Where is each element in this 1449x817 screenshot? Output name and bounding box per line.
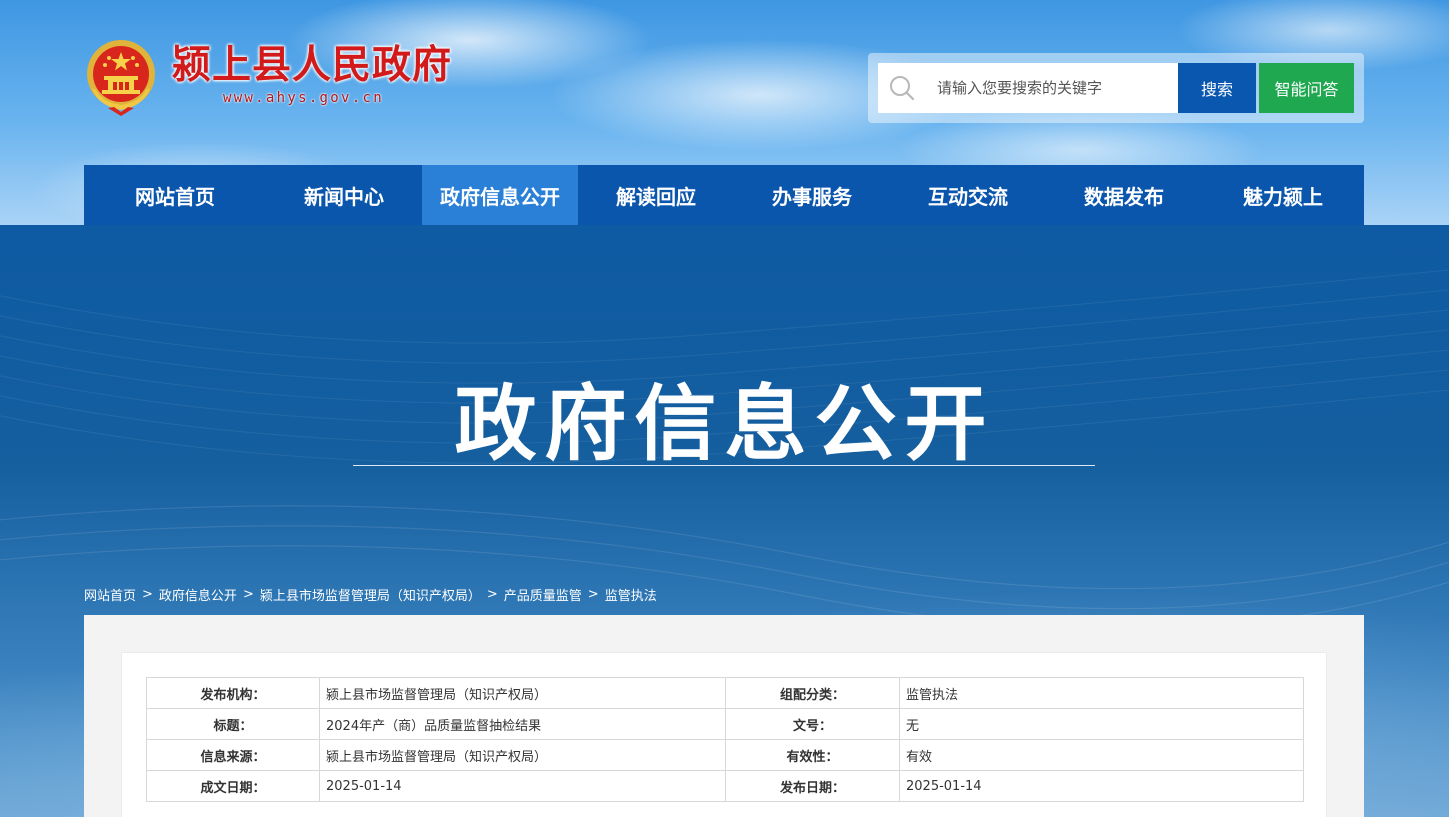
content-panel: 发布机构： 颍上县市场监督管理局（知识产权局） 组配分类： 监管执法 标题： 2…	[121, 652, 1327, 817]
breadcrumb-separator: >	[587, 586, 599, 602]
nav-item-interpretation[interactable]: 解读回应	[578, 165, 734, 225]
meta-label: 文号：	[725, 708, 900, 740]
nav-item-charm[interactable]: 魅力颍上	[1202, 165, 1364, 225]
breadcrumb-category[interactable]: 产品质量监管	[504, 585, 582, 604]
meta-value: 无	[899, 708, 1304, 740]
site-title: 颍上县人民政府	[172, 42, 453, 88]
table-row: 成文日期： 2025-01-14 发布日期： 2025-01-14	[146, 770, 1304, 802]
nav-item-gov-info[interactable]: 政府信息公开	[422, 165, 578, 225]
site-url: www.ahys.gov.cn	[223, 90, 384, 106]
breadcrumb-separator: >	[242, 586, 254, 602]
breadcrumb-home[interactable]: 网站首页	[84, 585, 136, 604]
search-field-wrap	[878, 63, 1178, 113]
banner-divider	[353, 465, 1095, 466]
meta-value: 有效	[899, 739, 1304, 771]
nav-item-interaction[interactable]: 互动交流	[890, 165, 1046, 225]
search-bar: 搜索 智能问答	[868, 53, 1364, 123]
national-emblem-icon	[84, 38, 158, 118]
meta-value: 2025-01-14	[899, 770, 1304, 802]
breadcrumb-separator: >	[142, 586, 153, 602]
document-meta-table: 发布机构： 颍上县市场监督管理局（知识产权局） 组配分类： 监管执法 标题： 2…	[146, 677, 1304, 802]
search-input[interactable]	[937, 64, 1177, 112]
breadcrumb-gov-info[interactable]: 政府信息公开	[159, 585, 237, 604]
table-row: 标题： 2024年产（商）品质量监督抽检结果 文号： 无	[146, 708, 1304, 740]
content-area: 发布机构： 颍上县市场监督管理局（知识产权局） 组配分类： 监管执法 标题： 2…	[84, 615, 1364, 817]
meta-label: 组配分类：	[725, 677, 900, 709]
breadcrumb-separator: >	[486, 586, 498, 602]
table-row: 发布机构： 颍上县市场监督管理局（知识产权局） 组配分类： 监管执法	[146, 677, 1304, 709]
nav-item-data[interactable]: 数据发布	[1046, 165, 1202, 225]
table-row: 信息来源： 颍上县市场监督管理局（知识产权局） 有效性： 有效	[146, 739, 1304, 771]
meta-value: 颍上县市场监督管理局（知识产权局）	[319, 677, 726, 709]
banner-title: 政府信息公开	[454, 377, 995, 472]
search-button[interactable]: 搜索	[1178, 63, 1256, 113]
main-nav: 网站首页 新闻中心 政府信息公开 解读回应 办事服务 互动交流 数据发布 魅力颍…	[84, 165, 1364, 225]
breadcrumb: 网站首页 > 政府信息公开 > 颍上县市场监督管理局（知识产权局） > 产品质量…	[84, 585, 657, 604]
meta-label: 发布日期：	[725, 770, 900, 802]
nav-item-services[interactable]: 办事服务	[734, 165, 890, 225]
search-icon	[887, 73, 917, 103]
breadcrumb-agency[interactable]: 颍上县市场监督管理局（知识产权局）	[260, 585, 481, 604]
breadcrumb-current[interactable]: 监管执法	[605, 585, 657, 604]
meta-value: 2025-01-14	[319, 770, 726, 802]
meta-label: 发布机构：	[146, 677, 320, 709]
meta-value: 颍上县市场监督管理局（知识产权局）	[319, 739, 726, 771]
nav-item-home[interactable]: 网站首页	[84, 165, 266, 225]
site-logo[interactable]: 颍上县人民政府 www.ahys.gov.cn	[84, 38, 452, 118]
nav-item-news[interactable]: 新闻中心	[266, 165, 422, 225]
meta-label: 标题：	[146, 708, 320, 740]
meta-label: 成文日期：	[146, 770, 320, 802]
meta-label: 信息来源：	[146, 739, 320, 771]
meta-value: 2024年产（商）品质量监督抽检结果	[319, 708, 726, 740]
meta-value: 监管执法	[899, 677, 1304, 709]
ai-qa-button[interactable]: 智能问答	[1259, 63, 1354, 113]
meta-label: 有效性：	[725, 739, 900, 771]
